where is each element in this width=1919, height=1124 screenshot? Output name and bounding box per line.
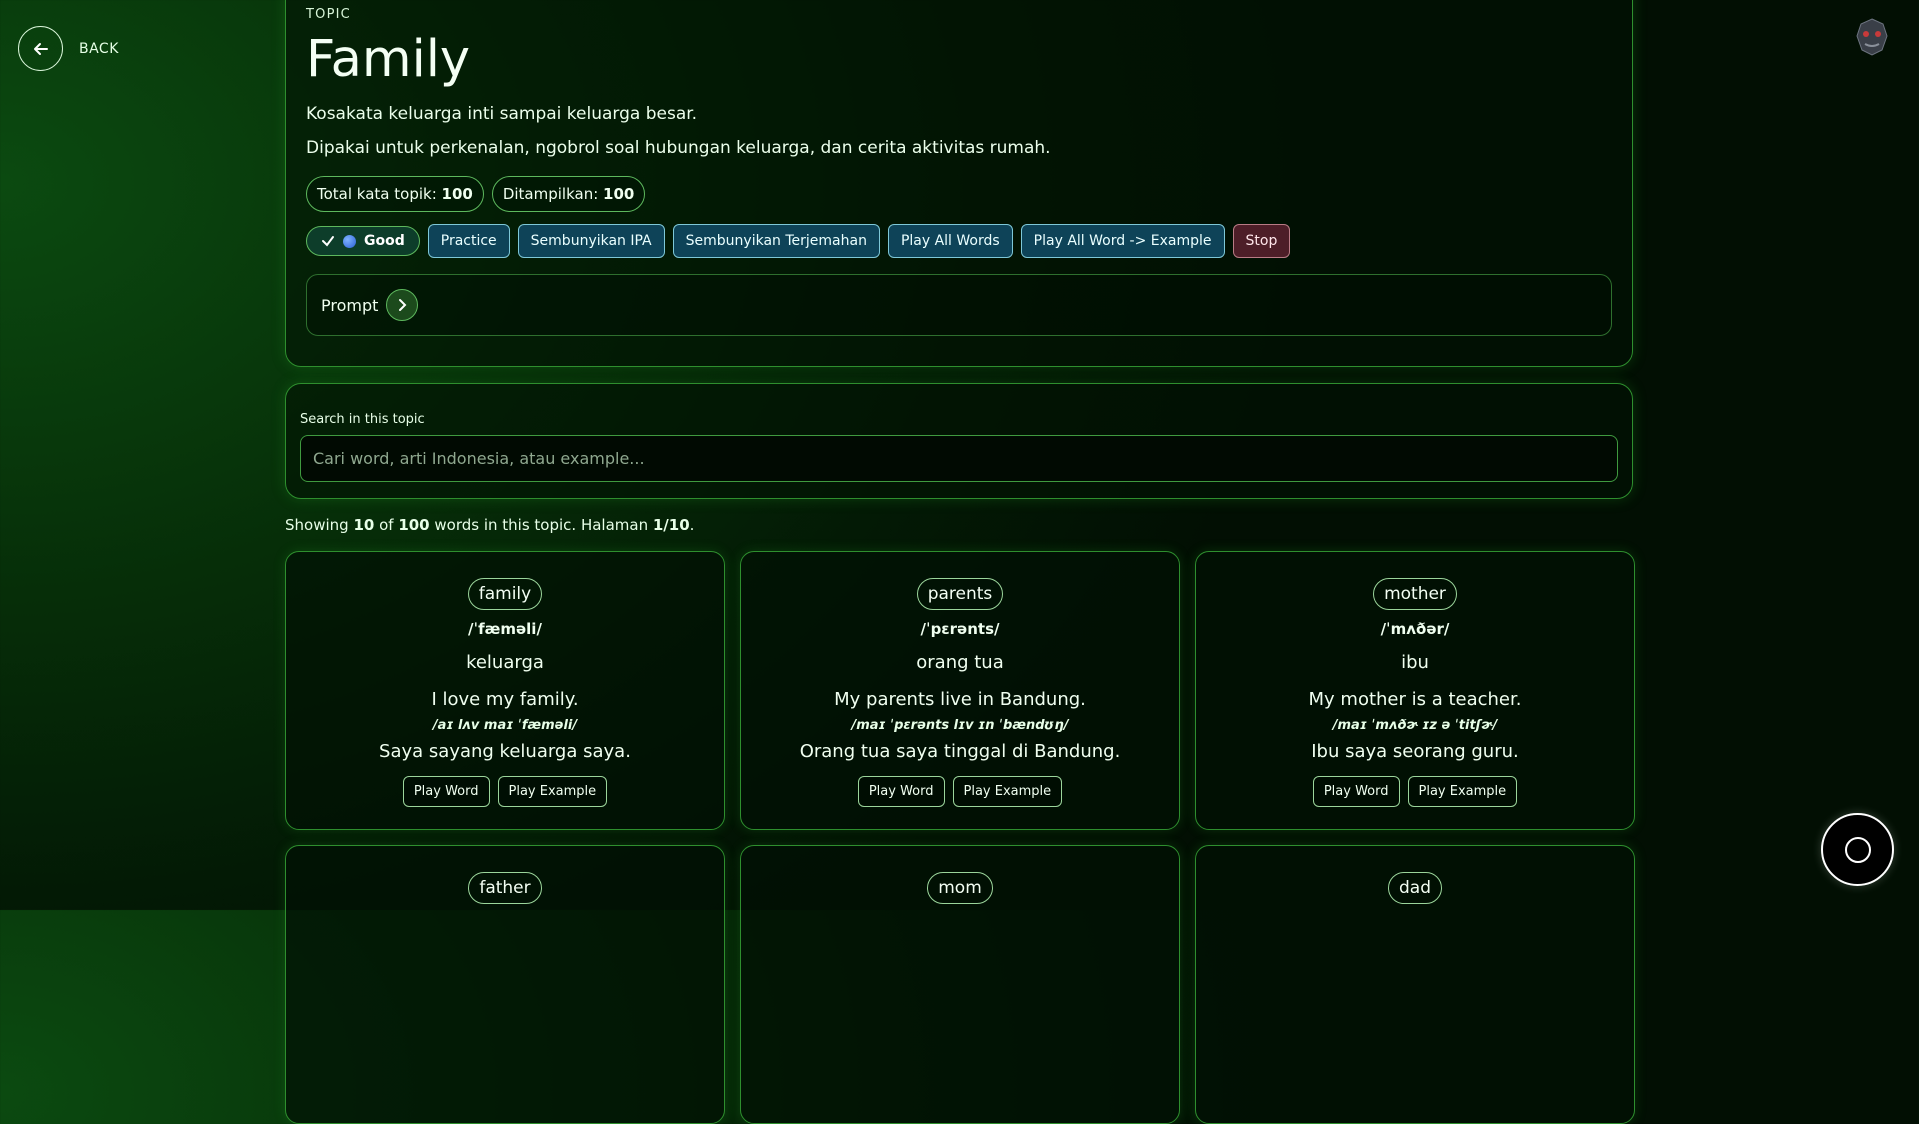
total-words-label: Total kata topik: — [317, 185, 442, 204]
check-icon — [322, 236, 334, 247]
card-actions: Play Word Play Example — [857, 776, 1063, 807]
word-card-grid: family /ˈfæməli/ keluarga I love my fami… — [285, 551, 1635, 1124]
circle-icon — [1844, 836, 1871, 863]
topic-eyebrow: TOPIC — [306, 7, 351, 22]
word-label[interactable]: family — [467, 578, 543, 610]
topic-header-panel: TOPIC Family Kosakata keluarga inti samp… — [285, 0, 1633, 367]
word-label[interactable]: dad — [1388, 872, 1442, 904]
play-word-button[interactable]: Play Word — [1312, 776, 1400, 807]
total-words-value: 100 — [441, 185, 473, 204]
search-panel: Search in this topic — [285, 383, 1633, 499]
showing-suffix: . — [689, 516, 695, 534]
showing-of: of — [374, 516, 399, 534]
stop-button[interactable]: Stop — [1232, 224, 1291, 259]
globe-icon — [343, 234, 356, 248]
word-label[interactable]: parents — [916, 578, 1004, 610]
example-translation: Ibu saya seorang guru. — [1311, 741, 1519, 762]
example-sentence: I love my family. — [431, 689, 579, 710]
hide-translation-button[interactable]: Sembunyikan Terjemahan — [672, 224, 880, 259]
play-example-button[interactable]: Play Example — [497, 776, 608, 807]
word-label[interactable]: father — [468, 872, 542, 904]
play-all-word-example-button[interactable]: Play All Word -> Example — [1020, 224, 1225, 259]
hide-ipa-button[interactable]: Sembunyikan IPA — [517, 224, 665, 259]
practice-button[interactable]: Practice — [427, 224, 510, 259]
showing-count: 10 — [353, 516, 375, 534]
shown-words-value: 100 — [603, 185, 635, 204]
user-avatar-icon[interactable] — [1853, 16, 1891, 58]
example-sentence: My parents live in Bandung. — [834, 689, 1086, 710]
example-ipa: /aɪ lʌv maɪ ˈfæməli/ — [432, 718, 578, 733]
play-all-words-button[interactable]: Play All Words — [887, 224, 1013, 259]
chevron-right-icon[interactable] — [386, 289, 419, 322]
shown-words-badge: Ditampilkan: 100 — [491, 176, 646, 213]
play-word-button[interactable]: Play Word — [402, 776, 490, 807]
back-label: BACK — [79, 40, 119, 57]
word-card: mom — [740, 845, 1180, 1124]
word-label[interactable]: mom — [927, 872, 993, 904]
prompt-section[interactable]: Prompt — [306, 274, 1612, 337]
shown-words-label: Ditampilkan: — [502, 185, 604, 204]
topic-usage-description: Dipakai untuk perkenalan, ngobrol soal h… — [306, 138, 1051, 159]
word-meaning: keluarga — [466, 652, 544, 673]
prompt-label: Prompt — [321, 295, 379, 315]
word-card: parents /ˈpɛrənts/ orang tua My parents … — [740, 551, 1180, 830]
search-label: Search in this topic — [300, 412, 425, 427]
example-translation: Orang tua saya tinggal di Bandung. — [799, 741, 1121, 762]
total-words-badge: Total kata topik: 100 — [306, 176, 484, 213]
page-title: Family — [306, 30, 471, 89]
word-ipa: /ˈmʌðər/ — [1380, 620, 1450, 638]
example-sentence: My mother is a teacher. — [1308, 689, 1522, 710]
example-ipa: /maɪ ˈmʌðɚ ɪz ə ˈtitʃɚ/ — [1332, 718, 1498, 733]
word-meaning: orang tua — [916, 652, 1004, 673]
search-input[interactable] — [300, 435, 1618, 482]
topic-stats: Total kata topik: 100 Ditampilkan: 100 — [306, 176, 1612, 213]
floating-action-button[interactable] — [1821, 813, 1894, 886]
play-example-button[interactable]: Play Example — [1407, 776, 1518, 807]
showing-prefix: Showing — [285, 516, 354, 534]
word-card: mother /ˈmʌðər/ ibu My mother is a teach… — [1195, 551, 1635, 830]
word-meaning: ibu — [1401, 652, 1429, 673]
word-card: family /ˈfæməli/ keluarga I love my fami… — [285, 551, 725, 830]
word-card: father — [285, 845, 725, 1124]
play-word-button[interactable]: Play Word — [857, 776, 945, 807]
example-ipa: /maɪ ˈpɛrənts lɪv ɪn ˈbændʊŋ/ — [851, 718, 1069, 733]
topic-description: Kosakata keluarga inti sampai keluarga b… — [306, 104, 698, 125]
arrow-left-icon — [18, 26, 63, 71]
showing-middle: words in this topic. Halaman — [429, 516, 653, 534]
word-card: dad — [1195, 845, 1635, 1124]
play-example-button[interactable]: Play Example — [952, 776, 1063, 807]
word-ipa: /ˈfæməli/ — [468, 620, 542, 638]
results-summary: Showing 10 of 100 words in this topic. H… — [285, 516, 694, 534]
example-translation: Saya sayang keluarga saya. — [379, 741, 631, 762]
card-actions: Play Word Play Example — [1312, 776, 1518, 807]
good-status-button[interactable]: Good — [306, 226, 420, 257]
back-button[interactable]: BACK — [18, 26, 119, 71]
card-actions: Play Word Play Example — [402, 776, 608, 807]
word-label[interactable]: mother — [1373, 578, 1457, 610]
good-label: Good — [364, 233, 405, 250]
showing-total: 100 — [398, 516, 430, 534]
topic-actions: Good Practice Sembunyikan IPA Sembunyika… — [306, 224, 1612, 259]
showing-page: 1/10 — [652, 516, 690, 534]
word-ipa: /ˈpɛrənts/ — [920, 620, 1000, 638]
